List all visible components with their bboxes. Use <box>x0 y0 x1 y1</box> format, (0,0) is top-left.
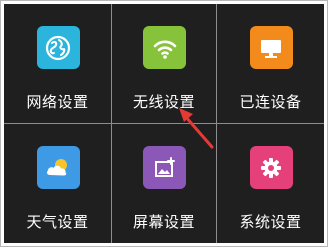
tile-weather-settings[interactable]: 天气设置 <box>4 124 112 243</box>
tile-label: 系统设置 <box>239 213 302 231</box>
gear-icon <box>249 146 293 189</box>
picture-icon <box>143 146 186 189</box>
tile-network-settings[interactable]: 网络设置 <box>4 4 112 124</box>
tile-wireless-settings[interactable]: 无线设置 <box>112 4 217 124</box>
tile-label: 网络设置 <box>26 93 89 111</box>
tile-label: 天气设置 <box>26 213 89 231</box>
globe-icon <box>36 26 80 69</box>
tile-label: 已连设备 <box>239 93 302 111</box>
monitor-icon <box>249 26 293 69</box>
settings-grid: 网络设置 无线设置 已连设备 天气设置 屏幕设置 系统设置 <box>4 4 324 243</box>
tile-label: 无线设置 <box>132 93 195 111</box>
settings-panel: 网络设置 无线设置 已连设备 天气设置 屏幕设置 系统设置 <box>0 0 328 247</box>
tile-system-settings[interactable]: 系统设置 <box>217 124 324 243</box>
tile-label: 屏幕设置 <box>132 213 195 231</box>
tile-screen-settings[interactable]: 屏幕设置 <box>112 124 217 243</box>
tile-connected-devices[interactable]: 已连设备 <box>217 4 324 124</box>
wifi-icon <box>143 26 186 69</box>
weather-icon <box>36 146 80 189</box>
